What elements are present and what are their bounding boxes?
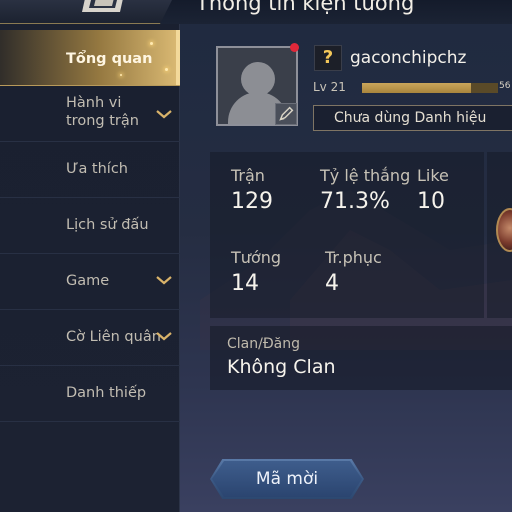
notification-dot [290, 43, 299, 52]
xp-progress-text: 56 [499, 81, 511, 91]
sparkle-decoration [120, 74, 122, 76]
page-title: Thông tin kiện tướng [196, 0, 415, 15]
title-selector-label: Chưa dùng Danh hiệu [334, 110, 487, 126]
stats-panel: Trận 129 Tỷ lệ thắng 71.3% Like 10 Tướng… [210, 152, 484, 318]
sparkle-decoration [150, 42, 153, 45]
stat-label: Like [417, 166, 449, 185]
sidebar-item-match-behavior[interactable]: Hành vi trong trận [0, 86, 180, 142]
clan-label: Clan/Đăng [227, 336, 301, 352]
sidebar-item-label: Hành vi trong trận [66, 95, 139, 129]
stat-likes: Like 10 [417, 166, 449, 214]
chevron-down-icon [156, 332, 172, 341]
sidebar-item-match-history[interactable]: Lịch sử đấu [0, 198, 180, 254]
player-name: gaconchipchz [350, 48, 467, 68]
stat-label: Tr.phục [325, 248, 382, 267]
level-label: Lv 21 [313, 80, 346, 94]
stat-label: Tỷ lệ thắng [320, 166, 411, 185]
sparkle-decoration [165, 68, 168, 71]
sidebar-item-label: Danh thiếp [66, 385, 147, 401]
sidebar-item-game[interactable]: Game [0, 254, 180, 310]
stat-heroes[interactable]: Tướng 14 [231, 248, 281, 296]
chevron-down-icon [156, 276, 172, 285]
stat-value: 10 [417, 189, 445, 214]
sidebar-item-favorites[interactable]: Ưa thích [0, 142, 180, 198]
xp-progress-fill [362, 83, 471, 93]
sidebar-item-label: Ưa thích [66, 161, 129, 177]
rank-question-icon[interactable]: ? [314, 45, 342, 71]
sidebar-item-label: Tổng quan [66, 51, 153, 67]
top-bar: Thông tin kiện tướng [0, 0, 512, 24]
stat-win-rate: Tỷ lệ thắng 71.3% [320, 166, 410, 214]
sidebar-item-chess[interactable]: Cờ Liên quân [0, 310, 180, 366]
stat-value: 71.3% [320, 189, 390, 214]
stat-skins[interactable]: Tr.phục 4 [325, 248, 382, 296]
sidebar-item-label: Game [66, 273, 110, 289]
avatar-head-silhouette [241, 62, 275, 96]
chevron-down-icon [156, 110, 172, 119]
stat-label: Trận [231, 166, 265, 185]
invite-code-button[interactable]: Mã mời [210, 459, 364, 499]
stat-value: 4 [325, 271, 339, 296]
sidebar: Tổng quan Hành vi trong trận Ưa thích Lị… [0, 24, 180, 512]
stat-value: 14 [231, 271, 259, 296]
invite-code-button-label: Mã mời [255, 469, 319, 489]
profile-card: ? gaconchipchz Lv 21 56 Chưa dùng Danh h… [200, 28, 512, 136]
stat-label: Tướng [231, 248, 281, 267]
stat-matches: Trận 129 [231, 166, 273, 214]
stat-value: 129 [231, 189, 273, 214]
game-logo-icon [82, 0, 123, 12]
sidebar-item-label: Cờ Liên quân [66, 329, 161, 345]
title-selector[interactable]: Chưa dùng Danh hiệu [313, 105, 512, 131]
clan-value: Không Clan [227, 356, 336, 378]
sidebar-item-business-card[interactable]: Danh thiếp [0, 366, 180, 422]
clan-panel: Clan/Đăng Không Clan [210, 326, 512, 390]
sidebar-item-label: Lịch sử đấu [66, 217, 149, 233]
xp-progress-bar [362, 83, 498, 93]
edit-pencil-icon[interactable] [275, 103, 297, 125]
sidebar-item-overview[interactable]: Tổng quan [0, 30, 180, 86]
